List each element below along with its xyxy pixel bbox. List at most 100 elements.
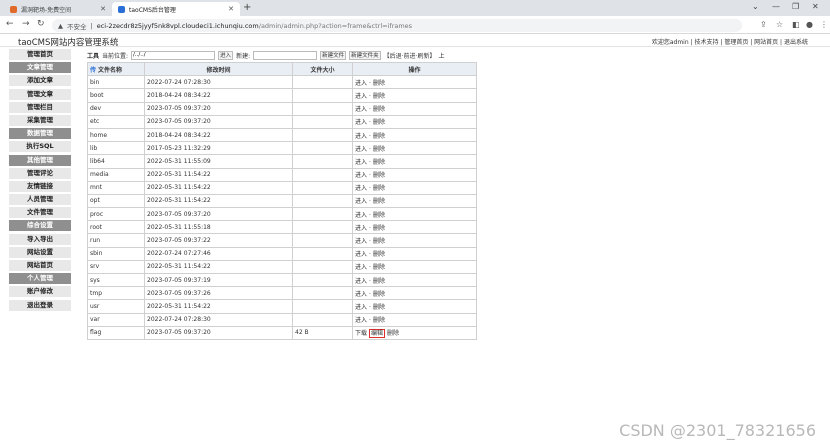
action-link[interactable]: 删除: [373, 212, 385, 219]
action-link[interactable]: 进入: [355, 93, 367, 100]
new-tab-icon[interactable]: +: [243, 2, 251, 13]
sidebar-item[interactable]: 网站设置: [9, 246, 71, 258]
bookmark-star-icon[interactable]: ☆: [776, 20, 783, 29]
actions-cell: 进入 · 删除: [352, 193, 477, 209]
modified-time-cell: 2018-04-24 08:34:22: [144, 127, 293, 143]
action-link[interactable]: 删除: [387, 330, 399, 337]
file-size-cell: [292, 233, 353, 248]
file-size-cell: [292, 167, 353, 182]
action-link[interactable]: 删除: [373, 146, 385, 153]
top-links[interactable]: 欢迎您admin | 技术支持 | 管理首页 | 网站首页 | 退出系统: [652, 37, 808, 46]
close-window-icon[interactable]: ✕: [812, 2, 819, 11]
sidebar-item[interactable]: 执行SQL: [9, 141, 71, 153]
action-link[interactable]: 删除: [373, 304, 385, 311]
file-size-cell: [292, 180, 353, 195]
forward-icon[interactable]: →: [22, 19, 30, 29]
action-link[interactable]: 进入: [355, 304, 367, 311]
sidebar-item[interactable]: 友情链接: [9, 180, 71, 192]
tab-search-icon[interactable]: ⌄: [752, 2, 759, 11]
action-link[interactable]: 删除: [373, 106, 385, 113]
sidebar-item[interactable]: 管理文章: [9, 88, 71, 100]
action-link[interactable]: 进入: [355, 106, 367, 113]
sidebar-item[interactable]: 文件管理: [9, 207, 71, 219]
up-link[interactable]: 上: [438, 51, 444, 60]
new-name-input[interactable]: [253, 50, 318, 60]
action-link[interactable]: 编辑: [369, 329, 386, 339]
app-title: taoCMS网站内容管理系统: [18, 38, 119, 48]
actions-cell: 进入 · 删除: [352, 207, 477, 222]
action-link[interactable]: 进入: [355, 198, 367, 205]
action-link[interactable]: 进入: [355, 251, 367, 258]
action-link[interactable]: 进入: [355, 317, 367, 324]
action-link[interactable]: 删除: [373, 251, 385, 258]
action-link[interactable]: 删除: [373, 278, 385, 285]
upload-icon[interactable]: 传: [90, 65, 96, 74]
action-link[interactable]: 进入: [355, 238, 367, 245]
sidebar-item[interactable]: 管理首页: [9, 49, 71, 60]
table-row: sys 2023-07-05 09:37:19 进入 · 删除: [87, 272, 477, 288]
browser-tab-2[interactable]: taoCMS后台管理 ✕: [112, 2, 240, 16]
url-field[interactable]: ▲ 不安全 | eci-2zecdr8z5jyyf5nk8vpl.cloudec…: [52, 19, 742, 32]
new-label: 新建:: [236, 52, 251, 60]
profile-icon[interactable]: ●: [806, 20, 813, 29]
sidebar-icon[interactable]: ◧: [792, 20, 800, 29]
new-folder-button[interactable]: 新建文件夹: [349, 50, 381, 60]
table-row: etc 2023-07-05 09:37:20 进入 · 删除: [87, 114, 477, 129]
sidebar-item[interactable]: 导入导出: [9, 233, 71, 245]
minimize-icon[interactable]: —: [772, 2, 780, 11]
enter-button[interactable]: 进入: [218, 50, 234, 60]
action-link[interactable]: 进入: [355, 291, 367, 298]
action-link[interactable]: 删除: [373, 238, 385, 245]
action-link[interactable]: 进入: [355, 212, 367, 219]
action-link[interactable]: 进入: [355, 119, 367, 126]
action-link[interactable]: 进入: [355, 225, 367, 232]
menu-icon[interactable]: ⋮: [820, 20, 828, 29]
file-size-cell: [292, 141, 353, 156]
action-link[interactable]: 删除: [373, 133, 385, 140]
action-link[interactable]: 删除: [373, 93, 385, 100]
sidebar-section-header: 数据管理: [9, 128, 71, 140]
action-link[interactable]: 删除: [373, 80, 385, 87]
modified-time-cell: 2023-07-05 09:37:20: [144, 114, 293, 129]
action-link[interactable]: 删除: [373, 291, 385, 298]
action-link[interactable]: 进入: [355, 264, 367, 271]
action-link[interactable]: 进入: [355, 278, 367, 285]
action-link[interactable]: 删除: [373, 159, 385, 166]
sidebar-item[interactable]: 添加文章: [9, 75, 71, 87]
path-input[interactable]: [131, 50, 216, 60]
close-tab-icon[interactable]: ✕: [100, 5, 106, 13]
new-file-button[interactable]: 新建文件: [320, 50, 347, 60]
action-link[interactable]: 进入: [355, 80, 367, 87]
sidebar-item[interactable]: 退出登录: [9, 299, 71, 311]
sidebar-item[interactable]: 人员管理: [9, 194, 71, 206]
file-name-cell: run: [87, 233, 145, 248]
restore-icon[interactable]: ❐: [792, 2, 799, 11]
sidebar-item[interactable]: 采集管理: [9, 114, 71, 126]
action-link[interactable]: 删除: [373, 172, 385, 179]
action-link[interactable]: 进入: [355, 172, 367, 179]
reload-icon[interactable]: ↻: [37, 19, 45, 29]
action-link[interactable]: 删除: [373, 198, 385, 205]
table-row: proc 2023-07-05 09:37:20 进入 · 删除: [87, 207, 477, 222]
table-row: lib 2017-05-23 11:32:29 进入 · 删除: [87, 141, 477, 156]
sidebar-item[interactable]: 账户修改: [9, 286, 71, 298]
action-link[interactable]: 下载: [355, 330, 367, 337]
action-link[interactable]: 删除: [373, 264, 385, 271]
file-size-cell: 42 B: [292, 325, 353, 340]
action-link[interactable]: 删除: [373, 317, 385, 324]
sidebar-item[interactable]: 管理评论: [9, 167, 71, 179]
sidebar-item[interactable]: 网站首页: [9, 260, 71, 271]
action-link[interactable]: 进入: [355, 146, 367, 153]
browser-tab-1[interactable]: 漏洞靶场-免费空间 ✕: [4, 2, 112, 16]
action-link[interactable]: 删除: [373, 225, 385, 232]
action-link[interactable]: 删除: [373, 185, 385, 192]
action-link[interactable]: 进入: [355, 185, 367, 192]
action-link[interactable]: 进入: [355, 133, 367, 140]
action-link[interactable]: 删除: [373, 119, 385, 126]
share-icon[interactable]: ⇪: [760, 20, 767, 29]
sidebar-item[interactable]: 管理栏目: [9, 101, 71, 113]
back-icon[interactable]: ←: [6, 19, 14, 29]
history-links[interactable]: 【后退·前进·刷新】: [384, 51, 436, 60]
action-link[interactable]: 进入: [355, 159, 367, 166]
close-tab-icon[interactable]: ✕: [228, 5, 234, 13]
